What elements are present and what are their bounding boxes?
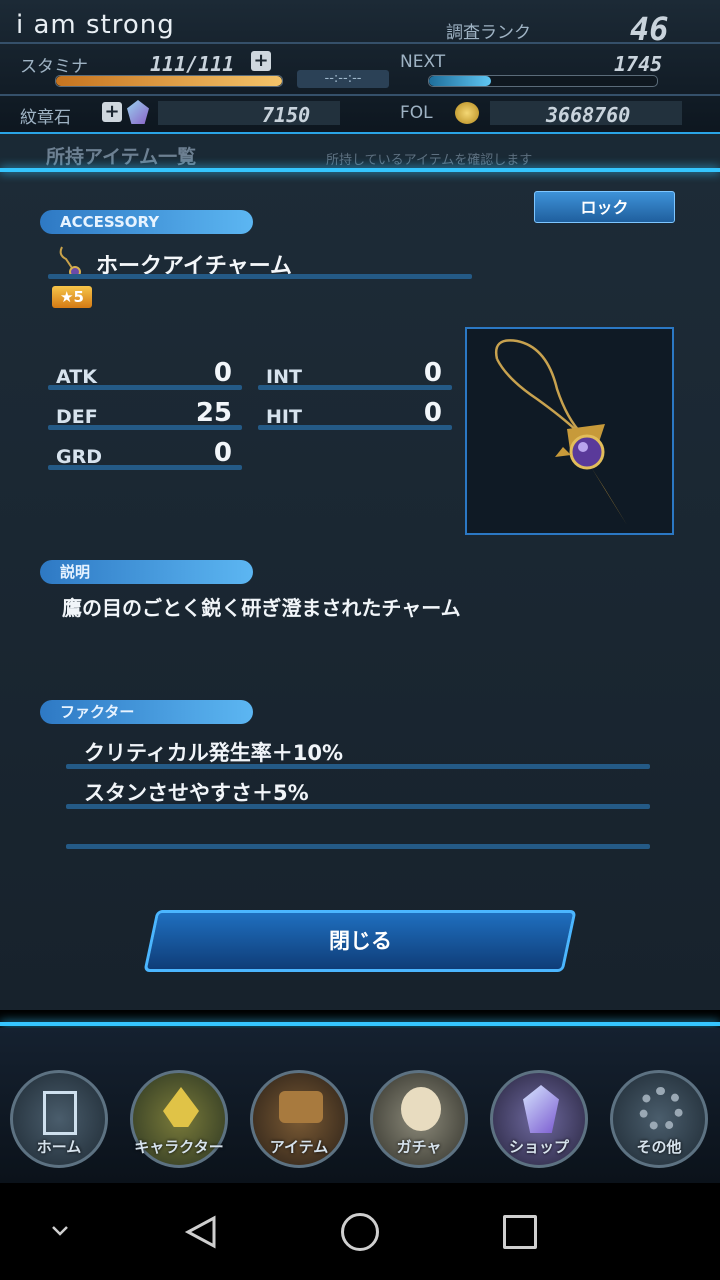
door-icon xyxy=(43,1091,77,1135)
character-icon xyxy=(163,1087,199,1127)
nav-item[interactable]: アイテム xyxy=(250,1070,348,1168)
next-value: 1745 xyxy=(614,52,663,76)
nav-character[interactable]: キャラクター xyxy=(130,1070,228,1168)
gacha-character-icon xyxy=(401,1087,441,1131)
int-value: 0 xyxy=(423,358,442,388)
header-divider xyxy=(0,42,720,44)
nav-shop-label: ショップ xyxy=(508,1138,569,1156)
category-tag: ACCESSORY xyxy=(40,210,253,234)
factor-item-1: クリティカル発生率＋10% xyxy=(84,741,344,765)
home-circle-icon[interactable] xyxy=(341,1213,379,1251)
background-title: 所持アイテム一覧 xyxy=(46,146,197,168)
stamina-bar-fill xyxy=(56,76,282,86)
nav-gacha[interactable]: ガチャ xyxy=(370,1070,468,1168)
factor-item-2: スタンさせやすさ＋5% xyxy=(84,781,309,805)
chevron-down-icon[interactable] xyxy=(50,1223,70,1242)
description-tag: 説明 xyxy=(40,560,253,584)
exp-bar-fill xyxy=(429,76,491,86)
gear-icon xyxy=(639,1087,683,1131)
rarity-badge: ★5 xyxy=(52,286,92,308)
background-hint: 所持しているアイテムを確認します xyxy=(326,153,533,168)
next-label: NEXT xyxy=(400,52,446,72)
stamina-bar xyxy=(55,75,283,87)
stamina-value: 111/111 xyxy=(150,52,235,76)
item-description: 鷹の目のごとく鋭く研ぎ澄まされたチャーム xyxy=(62,596,461,620)
atk-value: 0 xyxy=(213,358,232,388)
rarity-value: 5 xyxy=(73,288,84,306)
charm-icon xyxy=(494,339,627,525)
crest-value-box xyxy=(158,101,340,125)
item-name-underline xyxy=(48,274,472,279)
panel-top-glow xyxy=(0,168,720,172)
bottom-nav: ホーム キャラクター アイテム ガチャ ショップ その他 xyxy=(0,1028,720,1183)
stamina-plus-button[interactable]: + xyxy=(251,51,271,71)
close-button-label: 閉じる xyxy=(328,929,392,953)
nav-item-label: アイテム xyxy=(269,1138,329,1156)
header-divider-2 xyxy=(0,94,720,96)
panel-bottom-glow xyxy=(0,1022,720,1026)
grd-underline xyxy=(48,465,242,470)
grd-value: 0 xyxy=(213,438,232,468)
recents-square-icon[interactable] xyxy=(503,1215,537,1249)
nav-other[interactable]: その他 xyxy=(610,1070,708,1168)
int-underline xyxy=(258,385,452,390)
lock-button[interactable]: ロック xyxy=(534,191,675,223)
treasure-chest-icon xyxy=(279,1091,323,1123)
system-nav-bar xyxy=(0,1183,720,1280)
nav-home-label: ホーム xyxy=(36,1138,82,1156)
def-value: 25 xyxy=(195,398,232,428)
exp-bar xyxy=(428,75,658,87)
stamina-label: スタミナ xyxy=(20,57,88,77)
player-name: i am strong xyxy=(16,10,175,40)
fol-coin-icon xyxy=(455,102,479,124)
atk-underline xyxy=(48,385,242,390)
hit-underline xyxy=(258,425,452,430)
rank-label: 調査ランク xyxy=(446,23,531,43)
factor-tag: ファクター xyxy=(40,700,253,724)
crest-stone-icon xyxy=(127,100,149,124)
fol-value: 3668760 xyxy=(546,103,631,127)
crest-plus-button[interactable]: + xyxy=(102,102,122,122)
rarity-star-icon: ★ xyxy=(60,288,74,306)
crest-label: 紋章石 xyxy=(20,108,71,128)
close-button[interactable]: 閉じる xyxy=(143,910,577,972)
status-header: i am strong 調査ランク 46 スタミナ 111/111 + --:-… xyxy=(0,0,720,135)
factor-underline-1 xyxy=(66,764,650,769)
nav-other-label: その他 xyxy=(636,1138,682,1156)
stamina-timer: --:--:-- xyxy=(297,70,389,88)
nav-character-label: キャラクター xyxy=(134,1138,224,1156)
nav-home[interactable]: ホーム xyxy=(10,1070,108,1168)
hit-value: 0 xyxy=(423,398,442,428)
gem-icon xyxy=(523,1085,559,1133)
item-image-frame xyxy=(465,327,674,535)
nav-gacha-label: ガチャ xyxy=(396,1138,442,1156)
back-icon[interactable] xyxy=(184,1215,218,1253)
crest-value: 7150 xyxy=(262,103,311,127)
nav-shop[interactable]: ショップ xyxy=(490,1070,588,1168)
fol-label: FOL xyxy=(400,103,433,123)
item-detail-panel xyxy=(0,170,720,1010)
factor-underline-3 xyxy=(66,844,650,849)
factor-underline-2 xyxy=(66,804,650,809)
def-underline xyxy=(48,425,242,430)
